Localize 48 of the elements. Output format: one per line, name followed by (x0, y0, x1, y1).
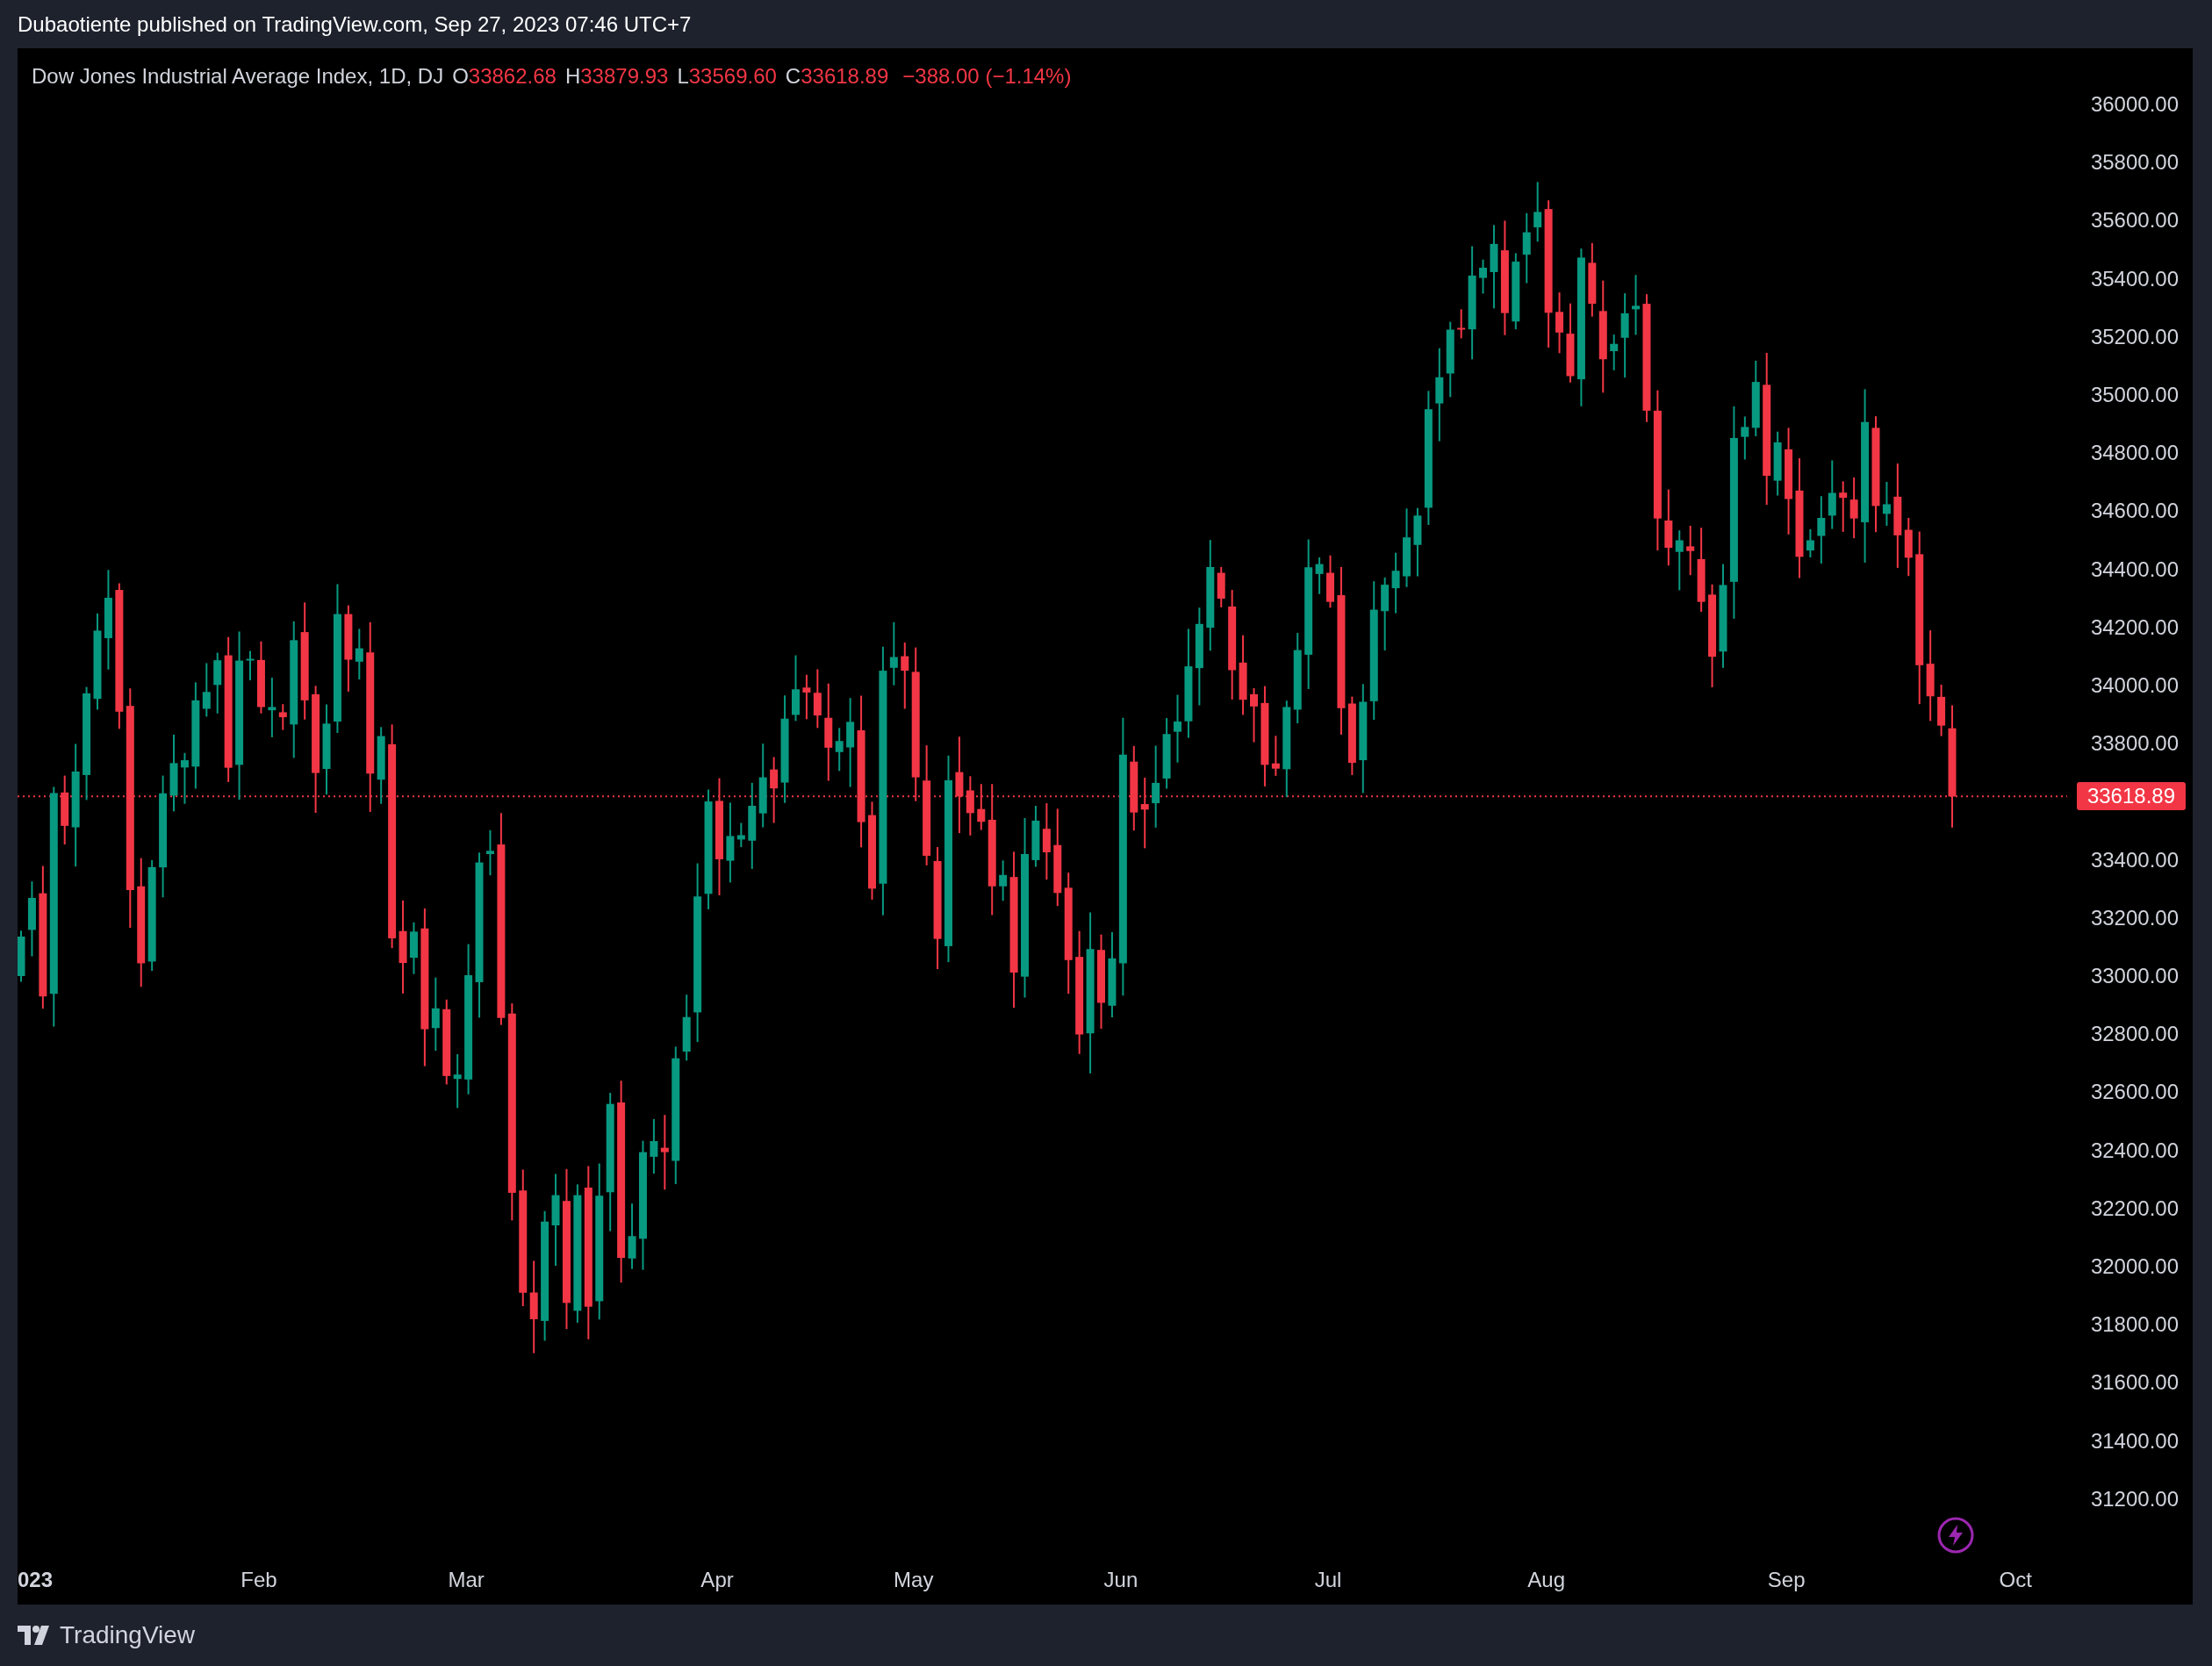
price-axis-label: 34600.00 (2090, 499, 2179, 524)
symbol-title: Dow Jones Industrial Average Index, 1D, DJ (32, 63, 444, 90)
time-axis-label: Feb (241, 1568, 277, 1592)
price-axis-label: 34000.00 (2090, 673, 2179, 698)
price-axis-label: 32800.00 (2090, 1022, 2179, 1047)
ohlc-value: 33862.68 (468, 63, 557, 90)
price-axis-label: 33200.00 (2090, 905, 2179, 930)
price-axis-label: 35800.00 (2090, 150, 2179, 176)
price-axis-label: 31400.00 (2090, 1428, 2179, 1454)
price-axis-label: 34400.00 (2090, 557, 2179, 582)
price-axis-label: 31600.00 (2090, 1370, 2179, 1396)
price-axis-label: 36000.00 (2090, 92, 2179, 117)
time-axis-label: Jun (1103, 1568, 1138, 1592)
price-change: −388.00 (−1.14%) (902, 63, 1072, 90)
ohlc-value: 33879.93 (580, 63, 669, 90)
ohlc-label: H (564, 63, 581, 90)
ohlc-value: 33569.60 (688, 63, 777, 90)
lightning-icon (1936, 1516, 1975, 1555)
price-axis-label: 33800.00 (2090, 731, 2179, 757)
price-axis-label: 35000.00 (2090, 383, 2179, 407)
ohlc-value: 33618.89 (801, 63, 889, 90)
price-axis-label: 32400.00 (2090, 1138, 2179, 1163)
publisher-info: Dubaotiente published on TradingView.com, Sep 27, 2023 07:46 UTC+7 (18, 11, 692, 38)
time-axis-label: Sep (1767, 1568, 1806, 1592)
time-axis-label: Apr (700, 1568, 734, 1592)
time-axis-label: Aug (1527, 1568, 1565, 1592)
last-price-label: 33618.89 (2076, 782, 2186, 811)
brand-name: TradingView (60, 1620, 196, 1650)
ohlc-label: O (452, 63, 469, 90)
price-axis-label: 31200.00 (2090, 1486, 2179, 1512)
price-axis-label: 32200.00 (2090, 1196, 2179, 1221)
price-axis-label: 33400.00 (2090, 847, 2179, 872)
time-axis-label: May (894, 1568, 934, 1592)
time-axis-label: 023 (18, 1568, 54, 1592)
ohlc-label: C (785, 63, 801, 90)
price-axis-label: 34800.00 (2090, 441, 2179, 466)
price-axis-label: 35600.00 (2090, 208, 2179, 233)
price-axis-label: 32000.00 (2090, 1254, 2179, 1279)
price-axis-label: 31800.00 (2090, 1312, 2179, 1338)
ohlc-label: L (677, 63, 689, 90)
price-axis-label: 34200.00 (2090, 614, 2179, 640)
price-axis-label: 35400.00 (2090, 266, 2179, 291)
time-axis-label: Mar (448, 1568, 485, 1592)
time-axis-label: Oct (1999, 1568, 2032, 1592)
price-axis-label: 32600.00 (2090, 1080, 2179, 1105)
time-axis-label: Jul (1314, 1568, 1342, 1592)
price-axis-label: 35200.00 (2090, 324, 2179, 349)
price-axis-label: 33000.00 (2090, 964, 2179, 988)
